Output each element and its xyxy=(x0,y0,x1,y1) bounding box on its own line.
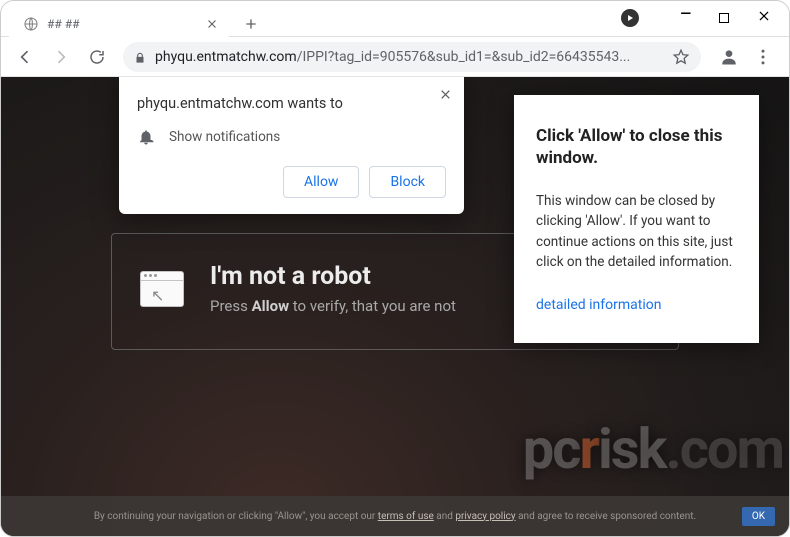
bookmark-star-icon[interactable] xyxy=(671,47,691,67)
window-controls: — xyxy=(662,1,789,35)
block-button[interactable]: Block xyxy=(369,166,446,198)
profile-avatar-icon[interactable] xyxy=(719,47,739,67)
privacy-link[interactable]: privacy policy xyxy=(455,511,515,522)
side-info-popup: Click 'Allow' to close this window. This… xyxy=(514,95,759,343)
footer-ok-button[interactable]: OK xyxy=(742,507,775,526)
url-text: phyqu.entmatchw.com/IPPI?tag_id=905576&s… xyxy=(155,49,659,65)
globe-icon xyxy=(23,16,39,32)
back-button[interactable] xyxy=(9,41,41,73)
allow-button[interactable]: Allow xyxy=(283,166,359,198)
footer-text: By continuing your navigation or clickin… xyxy=(94,511,696,522)
media-control-icon[interactable] xyxy=(621,9,639,27)
menu-dots-icon[interactable] xyxy=(753,47,773,67)
notification-permission-popup: phyqu.entmatchw.com wants to Show notifi… xyxy=(119,77,464,214)
tab-title: ## ## xyxy=(47,17,197,31)
new-tab-button[interactable] xyxy=(237,10,265,38)
reload-button[interactable] xyxy=(81,41,113,73)
window-titlebar: ## ## — xyxy=(1,1,789,37)
permission-close-icon[interactable] xyxy=(439,87,452,105)
bell-icon xyxy=(137,128,155,146)
robot-heading: I'm not a robot xyxy=(210,262,456,291)
address-bar[interactable]: phyqu.entmatchw.com/IPPI?tag_id=905576&s… xyxy=(123,42,701,72)
browser-toolbar: phyqu.entmatchw.com/IPPI?tag_id=905576&s… xyxy=(1,37,789,77)
forward-button[interactable] xyxy=(45,41,77,73)
permission-label: Show notifications xyxy=(169,129,280,145)
minimize-button[interactable]: — xyxy=(680,6,691,22)
permission-heading: phyqu.entmatchw.com wants to xyxy=(137,95,446,112)
cookie-footer: By continuing your navigation or clickin… xyxy=(1,496,789,536)
tab-close-icon[interactable] xyxy=(205,17,219,31)
detailed-information-link[interactable]: detailed information xyxy=(536,297,661,313)
browser-tab[interactable]: ## ## xyxy=(9,8,229,40)
browser-window-icon: ↖ xyxy=(140,271,184,307)
page-content: Confi ↖ I'm not a robot Press Allow to v… xyxy=(1,77,789,536)
robot-subtext: Press Allow to verify, that you are not xyxy=(210,297,456,315)
side-popup-body: This window can be closed by clicking 'A… xyxy=(536,191,737,272)
maximize-button[interactable] xyxy=(719,13,729,23)
terms-link[interactable]: terms of use xyxy=(378,511,434,522)
side-popup-title: Click 'Allow' to close this window. xyxy=(536,125,737,169)
close-window-button[interactable] xyxy=(757,9,771,27)
lock-icon xyxy=(133,50,147,64)
